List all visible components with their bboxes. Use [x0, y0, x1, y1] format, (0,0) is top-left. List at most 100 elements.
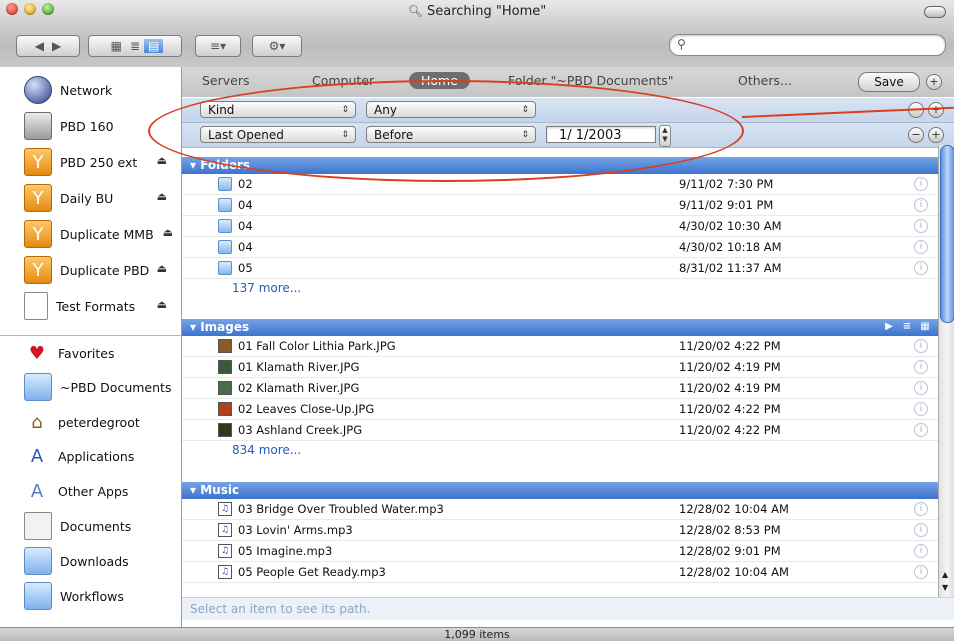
eject-icon[interactable]: ⏏ — [163, 226, 173, 239]
sidebar-item-duplicate-pbd[interactable]: Y Duplicate PBD ⏏ — [0, 254, 181, 286]
more-link-images[interactable]: 834 more... — [232, 443, 301, 457]
scope-tab-home[interactable]: Home — [409, 72, 470, 89]
info-icon[interactable]: i — [914, 523, 928, 537]
table-row[interactable]: 03 Ashland Creek.JPG 11/20/02 4:22 PM i — [182, 420, 938, 441]
table-row[interactable]: 01 Klamath River.JPG 11/20/02 4:19 PM i — [182, 357, 938, 378]
info-icon[interactable]: i — [914, 544, 928, 558]
info-icon[interactable]: i — [914, 423, 928, 437]
info-icon[interactable]: i — [914, 177, 928, 191]
table-row[interactable]: 04 4/30/02 10:18 AM i — [182, 237, 938, 258]
sidebar-item-workflows[interactable]: Workflows — [0, 580, 181, 612]
action-button[interactable]: ⚙▾ — [252, 35, 302, 57]
sidebar-item-label: peterdegroot — [58, 414, 140, 430]
table-row[interactable]: ♫ 03 Bridge Over Troubled Water.mp3 12/2… — [182, 499, 938, 520]
music-file-icon: ♫ — [218, 502, 232, 516]
sidebar-item-network[interactable]: Network — [0, 74, 181, 106]
group-header-music[interactable]: ▾ Music — [182, 482, 938, 499]
criteria-attribute-popup[interactable]: Last Opened ⇕ — [200, 126, 356, 143]
sidebar-item-pbd250ext[interactable]: Y PBD 250 ext ⏏ — [0, 146, 181, 178]
column-view-button[interactable]: ▤ — [144, 39, 164, 53]
search-field[interactable]: ⚲ — [669, 34, 946, 56]
grid-icon[interactable]: ▦ — [918, 320, 932, 334]
table-row[interactable]: 01 Fall Color Lithia Park.JPG 11/20/02 4… — [182, 336, 938, 357]
list-view-button[interactable]: ≣ — [126, 39, 144, 53]
scope-tab-servers[interactable]: Servers — [202, 73, 250, 88]
list-icon[interactable]: ≡ — [900, 320, 914, 334]
table-row[interactable]: 02 9/11/02 7:30 PM i — [182, 174, 938, 195]
sidebar-item-other-apps[interactable]: A Other Apps — [0, 475, 181, 507]
toolbar-toggle-button[interactable] — [924, 6, 946, 18]
table-row[interactable]: ♫ 03 Lovin' Arms.mp3 12/28/02 8:53 PM i — [182, 520, 938, 541]
eject-icon[interactable]: ⏏ — [157, 262, 167, 275]
group-header-folders[interactable]: ▾ Folders — [182, 157, 938, 174]
eject-icon[interactable]: ⏏ — [157, 190, 167, 203]
sidebar-item-test-formats[interactable]: Test Formats ⏏ — [0, 290, 181, 322]
sidebar-item-documents[interactable]: Documents — [0, 510, 181, 542]
table-row[interactable]: 04 9/11/02 9:01 PM i — [182, 195, 938, 216]
table-row[interactable]: 04 4/30/02 10:30 AM i — [182, 216, 938, 237]
row-name: 03 Bridge Over Troubled Water.mp3 — [238, 502, 444, 516]
sidebar-item-pbd160[interactable]: PBD 160 — [0, 110, 181, 142]
date-stepper[interactable]: ▲ ▼ — [659, 125, 671, 147]
date-field[interactable]: 1/ 1/2003 — [546, 126, 656, 143]
save-search-button[interactable]: Save — [858, 72, 920, 92]
sidebar-item-downloads[interactable]: Downloads — [0, 545, 181, 577]
music-file-icon: ♫ — [218, 565, 232, 579]
magnifier-icon: 🔍︎ — [407, 4, 423, 18]
sidebar-item-daily-bu[interactable]: Y Daily BU ⏏ — [0, 182, 181, 214]
info-icon[interactable]: i — [914, 565, 928, 579]
more-link-folders[interactable]: 137 more... — [232, 281, 301, 295]
info-icon[interactable]: i — [914, 360, 928, 374]
arrange-button[interactable]: ≡▾ — [195, 35, 241, 57]
row-name: 02 — [238, 177, 253, 191]
scope-tab-computer[interactable]: Computer — [312, 73, 374, 88]
table-row[interactable]: 05 8/31/02 11:37 AM i — [182, 258, 938, 279]
scrollbar-thumb[interactable] — [940, 145, 954, 323]
info-icon[interactable]: i — [914, 261, 928, 275]
criteria-attribute-popup[interactable]: Kind ⇕ — [200, 101, 356, 118]
sidebar-item-applications[interactable]: A Applications — [0, 440, 181, 472]
document-icon — [24, 292, 48, 320]
info-icon[interactable]: i — [914, 240, 928, 254]
group-header-images[interactable]: ▾ Images ▶ ≡ ▦ — [182, 319, 938, 336]
image-thumbnail-icon — [218, 360, 232, 374]
criteria-operator-popup[interactable]: Any ⇕ — [366, 101, 536, 118]
firewire-drive-icon: Y — [24, 220, 52, 248]
criteria-attribute-value: Last Opened — [208, 128, 284, 142]
info-icon[interactable]: i — [914, 402, 928, 416]
sidebar-item-label: Applications — [58, 448, 135, 464]
row-name: 02 Klamath River.JPG — [238, 381, 360, 395]
back-button[interactable]: ◀ — [31, 39, 48, 53]
table-row[interactable]: ♫ 05 Imagine.mp3 12/28/02 9:01 PM i — [182, 541, 938, 562]
scroll-up-icon[interactable]: ▲ — [942, 570, 948, 579]
scope-tab-others[interactable]: Others... — [738, 73, 792, 88]
row-name: 04 — [238, 240, 253, 254]
slideshow-icon[interactable]: ▶ — [882, 320, 896, 334]
add-scope-button[interactable]: + — [926, 74, 942, 90]
sidebar-item-pbd-documents[interactable]: ~PBD Documents — [0, 371, 181, 403]
info-icon[interactable]: i — [914, 502, 928, 516]
sidebar-item-duplicate-mmb[interactable]: Y Duplicate MMB ⏏ — [0, 218, 181, 250]
table-row[interactable]: 02 Klamath River.JPG 11/20/02 4:19 PM i — [182, 378, 938, 399]
criteria-operator-popup[interactable]: Before ⇕ — [366, 126, 536, 143]
info-icon[interactable]: i — [914, 198, 928, 212]
scroll-down-icon[interactable]: ▼ — [942, 583, 948, 592]
eject-icon[interactable]: ⏏ — [157, 154, 167, 167]
info-icon[interactable]: i — [914, 219, 928, 233]
table-row[interactable]: ♫ 05 People Get Ready.mp3 12/28/02 10:04… — [182, 562, 938, 583]
remove-criteria-button[interactable]: − — [908, 127, 924, 143]
row-date: 12/28/02 8:53 PM — [679, 523, 781, 537]
forward-button[interactable]: ▶ — [48, 39, 65, 53]
add-criteria-button[interactable]: + — [928, 102, 944, 118]
results-scrollbar[interactable]: ▲ ▼ — [938, 145, 954, 597]
scope-tab-folder[interactable]: Folder "~PBD Documents" — [508, 73, 674, 88]
row-date: 12/28/02 10:04 AM — [679, 502, 789, 516]
add-criteria-button[interactable]: + — [928, 127, 944, 143]
info-icon[interactable]: i — [914, 381, 928, 395]
table-row[interactable]: 02 Leaves Close-Up.JPG 11/20/02 4:22 PM … — [182, 399, 938, 420]
info-icon[interactable]: i — [914, 339, 928, 353]
icon-view-button[interactable]: ▦ — [107, 39, 126, 53]
sidebar-item-peterdegroot[interactable]: ⌂ peterdegroot — [0, 406, 181, 438]
eject-icon[interactable]: ⏏ — [157, 298, 167, 311]
sidebar-item-favorites[interactable]: ♥ Favorites — [0, 337, 181, 369]
